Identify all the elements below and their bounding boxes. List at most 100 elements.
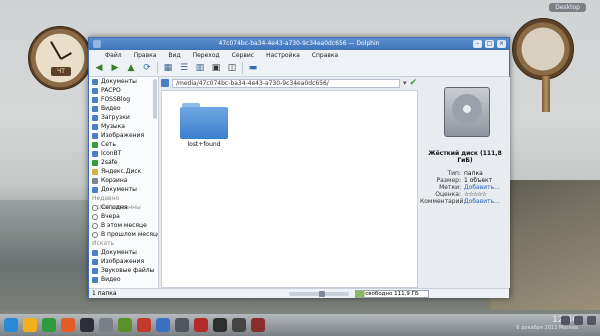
taskbar-launcher-icon[interactable] xyxy=(118,318,132,332)
sidebar-place-item[interactable]: Изображения xyxy=(89,131,158,140)
new-folder-icon[interactable]: ▬ xyxy=(247,62,259,74)
taskbar-launcher-icon[interactable] xyxy=(99,318,113,332)
taskbar-launcher-icon[interactable] xyxy=(4,318,18,332)
place-icon xyxy=(92,96,98,103)
reload-icon[interactable]: ⟳ xyxy=(141,62,153,74)
zoom-slider[interactable] xyxy=(289,291,349,297)
toolbar-separator xyxy=(242,62,243,74)
confirm-check-icon[interactable]: ✔ xyxy=(409,78,417,88)
place-label: Документы xyxy=(101,78,137,85)
menu-tools[interactable]: Сервис xyxy=(232,52,254,59)
columns-view-icon[interactable]: ▥ xyxy=(194,62,206,74)
drive-icon xyxy=(161,79,169,87)
maximize-button[interactable]: □ xyxy=(485,40,494,48)
info-key: Метки: xyxy=(439,184,461,191)
info-key: Тип: xyxy=(447,170,461,177)
tray-icon[interactable] xyxy=(587,316,596,325)
place-label: Документы xyxy=(101,249,137,256)
preview-icon[interactable]: ▣ xyxy=(210,62,222,74)
dropdown-icon[interactable]: ▾ xyxy=(403,79,407,87)
info-row: Оценка: ☆☆☆☆☆ xyxy=(420,191,510,198)
sidebar-place-item[interactable]: Документы xyxy=(89,77,158,86)
menu-go[interactable]: Переход xyxy=(193,52,220,59)
info-row: Размер: 1 объект xyxy=(420,177,510,184)
info-add-link[interactable]: Добавить... xyxy=(464,198,500,205)
place-icon xyxy=(92,258,98,265)
place-icon xyxy=(92,123,98,130)
taskbar-date: 6 декабря 2013 Москва xyxy=(516,325,578,331)
sidebar-recent-item[interactable]: В этом месяце xyxy=(89,221,158,230)
file-view[interactable]: lost+found xyxy=(161,90,418,288)
sidebar-place-item[interactable]: Корзина xyxy=(89,176,158,185)
taskbar-launcher-icon[interactable] xyxy=(61,318,75,332)
sidebar-place-item[interactable]: Видео xyxy=(89,104,158,113)
sidebar-search-item[interactable]: Видео xyxy=(89,275,158,284)
sidebar-search-item[interactable]: Звуковые файлы xyxy=(89,266,158,275)
place-label: Вчера xyxy=(101,213,120,220)
window-titlebar[interactable]: 47c074bc-ba34-4e43-a730-9c34ea0dc656 — D… xyxy=(89,38,509,50)
taskbar-launcher-icon[interactable] xyxy=(213,318,227,332)
sidebar-place-item[interactable]: IconBT xyxy=(89,149,158,158)
menu-settings[interactable]: Настройка xyxy=(266,52,300,59)
sidebar-search-item[interactable]: Изображения xyxy=(89,257,158,266)
menu-file[interactable]: Файл xyxy=(105,52,122,59)
sidebar-scrollbar[interactable] xyxy=(153,79,157,119)
sidebar-search-item[interactable]: Документы xyxy=(89,248,158,257)
sidebar-place-item[interactable]: Музыка xyxy=(89,122,158,131)
info-value: 1 объект xyxy=(464,177,493,184)
menu-view[interactable]: Вид xyxy=(168,52,180,59)
sidebar-place-item[interactable]: Документы xyxy=(89,185,158,194)
menu-help[interactable]: Справка xyxy=(312,52,338,59)
analog-clock-widget[interactable]: ЧТ xyxy=(28,26,92,90)
folder-item[interactable]: lost+found xyxy=(180,101,228,151)
minimize-button[interactable]: – xyxy=(473,40,482,48)
info-add-link[interactable]: Добавить... xyxy=(464,184,500,191)
info-key: Оценка: xyxy=(435,191,461,198)
taskbar-launcher-icon[interactable] xyxy=(232,318,246,332)
desktop-label[interactable]: Desktop xyxy=(549,3,586,12)
sidebar-place-item[interactable]: Загрузки xyxy=(89,113,158,122)
details-view-icon[interactable]: ☰ xyxy=(178,62,190,74)
tray-icon[interactable] xyxy=(574,316,583,325)
place-label: IconBT xyxy=(101,150,122,157)
taskbar-launcher-icon[interactable] xyxy=(23,318,37,332)
menu-edit[interactable]: Правка xyxy=(134,52,157,59)
taskbar-launcher-icon[interactable] xyxy=(137,318,151,332)
place-label: 2safe xyxy=(101,159,118,166)
zoom-slider-knob[interactable] xyxy=(319,291,325,297)
place-icon xyxy=(92,168,98,175)
gauge-widget[interactable] xyxy=(512,18,574,80)
taskbar-launcher-icon[interactable] xyxy=(194,318,208,332)
sidebar-place-item[interactable]: Сеть xyxy=(89,140,158,149)
location-field[interactable]: /media/47c074bc-ba34-4e43-a730-9c34ea0dc… xyxy=(172,78,400,88)
info-value[interactable]: ☆☆☆☆☆ xyxy=(464,191,487,198)
sidebar-recent-item[interactable]: Вчера xyxy=(89,212,158,221)
info-key: Размер: xyxy=(436,177,461,184)
place-icon xyxy=(92,222,98,229)
sidebar-place-item[interactable]: Яндекс.Диск xyxy=(89,167,158,176)
close-button[interactable]: × xyxy=(497,40,506,48)
taskbar-launcher-icon[interactable] xyxy=(80,318,94,332)
place-icon xyxy=(92,159,98,166)
icons-view-icon[interactable]: ▦ xyxy=(162,62,174,74)
dolphin-app-icon[interactable] xyxy=(93,40,101,48)
sidebar-place-item[interactable]: 2safe xyxy=(89,158,158,167)
back-arrow-icon[interactable]: ◀ xyxy=(93,62,105,74)
forward-arrow-icon[interactable]: ▶ xyxy=(109,62,121,74)
sidebar-place-item[interactable]: FOSSBlog xyxy=(89,95,158,104)
tray-icon[interactable] xyxy=(561,316,570,325)
free-space-indicator[interactable]: свободно 111,9 ГБ xyxy=(355,290,429,298)
split-view-icon[interactable]: ◫ xyxy=(226,62,238,74)
up-arrow-icon[interactable]: ▲ xyxy=(125,62,137,74)
info-title: Жёсткий диск (111,8 ГиБ) xyxy=(428,150,502,164)
place-icon xyxy=(92,249,98,256)
taskbar-launcher-icon[interactable] xyxy=(42,318,56,332)
place-label: Видео xyxy=(101,105,121,112)
sidebar-recent-item[interactable]: В прошлом месяце xyxy=(89,230,158,239)
sidebar-place-item[interactable]: PACPO xyxy=(89,86,158,95)
search-header: Искать xyxy=(92,240,115,247)
taskbar-launcher-icon[interactable] xyxy=(156,318,170,332)
place-icon xyxy=(92,177,98,184)
taskbar-launcher-icon[interactable] xyxy=(251,318,265,332)
taskbar-launcher-icon[interactable] xyxy=(175,318,189,332)
